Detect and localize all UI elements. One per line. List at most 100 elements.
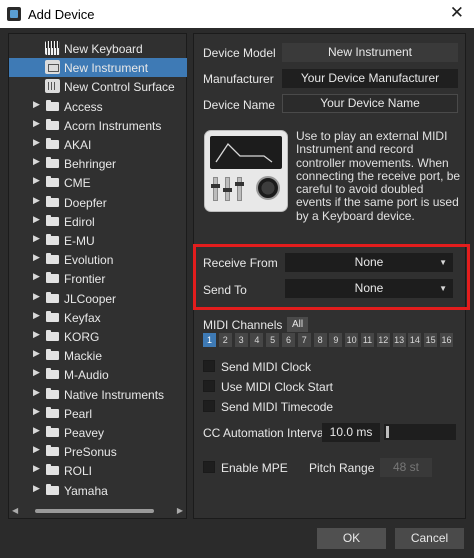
cancel-button[interactable]: Cancel xyxy=(395,528,464,549)
tree-folder-item[interactable]: ▶ Frontier xyxy=(9,269,187,288)
midi-channel-button[interactable]: 11 xyxy=(361,333,374,347)
midi-channel-button[interactable]: 8 xyxy=(313,333,327,347)
midi-channel-button[interactable]: 10 xyxy=(345,333,359,347)
midi-channel-button[interactable]: 4 xyxy=(250,333,264,347)
expand-arrow-icon[interactable]: ▶ xyxy=(33,367,40,378)
send-midi-clock-checkbox[interactable] xyxy=(203,360,215,372)
tree-item-label: M-Audio xyxy=(64,368,109,383)
folder-icon xyxy=(46,195,59,207)
send-to-dropdown[interactable]: None ▼ xyxy=(285,279,453,298)
enable-mpe-checkbox[interactable] xyxy=(203,461,215,473)
tree-folder-item[interactable]: ▶ JLCooper xyxy=(9,289,187,308)
midi-channel-button[interactable]: 7 xyxy=(297,333,311,347)
expand-arrow-icon[interactable]: ▶ xyxy=(33,118,40,129)
tree-folder-item[interactable]: ▶ CME xyxy=(9,173,187,192)
expand-arrow-icon[interactable]: ▶ xyxy=(33,214,40,225)
tree-item-label: E-MU xyxy=(64,234,95,248)
folder-icon xyxy=(46,272,59,284)
midi-channel-button[interactable]: 15 xyxy=(424,333,438,347)
tree-folder-item[interactable]: ▶ AKAI xyxy=(9,135,187,154)
pitch-range-field[interactable]: 48 st xyxy=(380,458,432,477)
midi-channel-button[interactable]: 6 xyxy=(282,333,295,347)
midi-channel-button[interactable]: 16 xyxy=(440,333,453,347)
tree-device-item[interactable]: New Control Surface xyxy=(9,77,187,96)
tree-folder-item[interactable]: ▶ Behringer xyxy=(9,154,187,173)
expand-arrow-icon[interactable]: ▶ xyxy=(33,329,40,340)
device-name-label: Device Name xyxy=(203,98,276,112)
tree-folder-item[interactable]: ▶ Keyfax xyxy=(9,308,187,327)
expand-arrow-icon[interactable]: ▶ xyxy=(33,444,40,455)
tree-folder-item[interactable]: ▶ Peavey xyxy=(9,423,187,442)
scroll-thumb[interactable] xyxy=(35,509,154,513)
cc-interval-slider[interactable] xyxy=(384,424,456,440)
tree-folder-item[interactable]: ▶ PreSonus xyxy=(9,442,187,461)
tree-item-label: PreSonus xyxy=(64,445,117,460)
tree-folder-item[interactable]: ▶ Edirol xyxy=(9,212,187,231)
expand-arrow-icon[interactable]: ▶ xyxy=(33,195,40,206)
tree-folder-item[interactable]: ▶ Native Instruments xyxy=(9,385,187,404)
tree-folder-item[interactable]: ▶ Yamaha xyxy=(9,481,187,500)
scroll-left-icon[interactable]: ◀ xyxy=(12,506,18,515)
tree-horizontal-scrollbar[interactable]: ◀ ▶ xyxy=(9,504,186,518)
device-name-field[interactable]: Your Device Name xyxy=(282,94,458,113)
control-surface-icon xyxy=(45,79,60,94)
expand-arrow-icon[interactable]: ▶ xyxy=(33,137,40,148)
tree-folder-item[interactable]: ▶ Doepfer xyxy=(9,193,187,212)
folder-icon xyxy=(46,138,59,149)
receive-from-dropdown[interactable]: None ▼ xyxy=(285,253,453,272)
tree-item-label: KORG xyxy=(64,330,100,344)
expand-arrow-icon[interactable]: ▶ xyxy=(33,233,40,244)
midi-channel-button[interactable]: 12 xyxy=(376,333,390,347)
tree-item-label: New Keyboard xyxy=(64,42,143,56)
tree-item-label: Access xyxy=(64,99,103,114)
expand-arrow-icon[interactable]: ▶ xyxy=(33,175,40,186)
midi-channels-label: MIDI Channels xyxy=(203,318,283,332)
tree-folder-item[interactable]: ▶ KORG xyxy=(9,327,187,346)
expand-arrow-icon[interactable]: ▶ xyxy=(33,463,40,474)
expand-arrow-icon[interactable]: ▶ xyxy=(33,483,40,494)
expand-arrow-icon[interactable]: ▶ xyxy=(33,252,40,263)
manufacturer-field[interactable]: Your Device Manufacturer xyxy=(282,69,458,88)
tree-folder-item[interactable]: ▶ Acorn Instruments xyxy=(9,116,187,135)
tree-folder-item[interactable]: ▶ Evolution xyxy=(9,250,187,269)
slider-handle[interactable] xyxy=(386,426,389,438)
midi-channel-button[interactable]: 5 xyxy=(266,333,280,347)
tree-folder-item[interactable]: ▶ Pearl xyxy=(9,404,187,423)
tree-device-item[interactable]: New Instrument xyxy=(9,58,187,78)
scroll-right-icon[interactable]: ▶ xyxy=(177,506,183,515)
expand-arrow-icon[interactable]: ▶ xyxy=(33,271,40,282)
midi-channel-button[interactable]: 14 xyxy=(408,333,422,347)
expand-arrow-icon[interactable]: ▶ xyxy=(33,99,40,110)
device-model-field[interactable]: New Instrument xyxy=(282,43,458,62)
midi-channel-button[interactable]: 2 xyxy=(218,333,232,347)
expand-arrow-icon[interactable]: ▶ xyxy=(33,348,40,359)
midi-channel-button[interactable]: 13 xyxy=(392,333,406,347)
expand-arrow-icon[interactable]: ▶ xyxy=(33,291,40,302)
ok-button[interactable]: OK xyxy=(317,528,386,549)
expand-arrow-icon[interactable]: ▶ xyxy=(33,310,40,321)
tree-folder-item[interactable]: ▶ M-Audio xyxy=(9,365,187,384)
midi-channel-button[interactable]: 1 xyxy=(203,333,216,347)
expand-arrow-icon[interactable]: ▶ xyxy=(33,156,40,167)
close-icon[interactable]: ✕ xyxy=(450,3,464,23)
tree-item-label: Pearl xyxy=(64,406,93,421)
all-channels-button[interactable]: All xyxy=(287,317,308,332)
expand-arrow-icon[interactable]: ▶ xyxy=(33,425,40,436)
tree-folder-item[interactable]: ▶ E-MU xyxy=(9,231,187,250)
tree-folder-item[interactable]: ▶ Mackie xyxy=(9,346,187,365)
tree-device-item[interactable]: New Keyboard xyxy=(9,39,187,58)
tree-item-label: New Control Surface xyxy=(64,80,175,95)
midi-channel-button[interactable]: 3 xyxy=(234,333,248,347)
expand-arrow-icon[interactable]: ▶ xyxy=(33,387,40,398)
send-midi-timecode-checkbox[interactable] xyxy=(203,400,215,412)
tree-folder-item[interactable]: ▶ ROLI xyxy=(9,461,187,480)
tree-item-label: Frontier xyxy=(64,272,106,287)
cc-interval-field[interactable]: 10.0 ms xyxy=(322,423,380,442)
expand-arrow-icon[interactable]: ▶ xyxy=(33,406,40,417)
use-midi-clock-start-label: Use MIDI Clock Start xyxy=(221,380,334,394)
enable-mpe-label: Enable MPE xyxy=(221,461,288,475)
midi-channel-button[interactable]: 9 xyxy=(329,333,343,347)
tree-folder-item[interactable]: ▶ Access xyxy=(9,97,187,116)
use-midi-clock-start-checkbox[interactable] xyxy=(203,380,215,392)
folder-icon xyxy=(46,310,59,322)
